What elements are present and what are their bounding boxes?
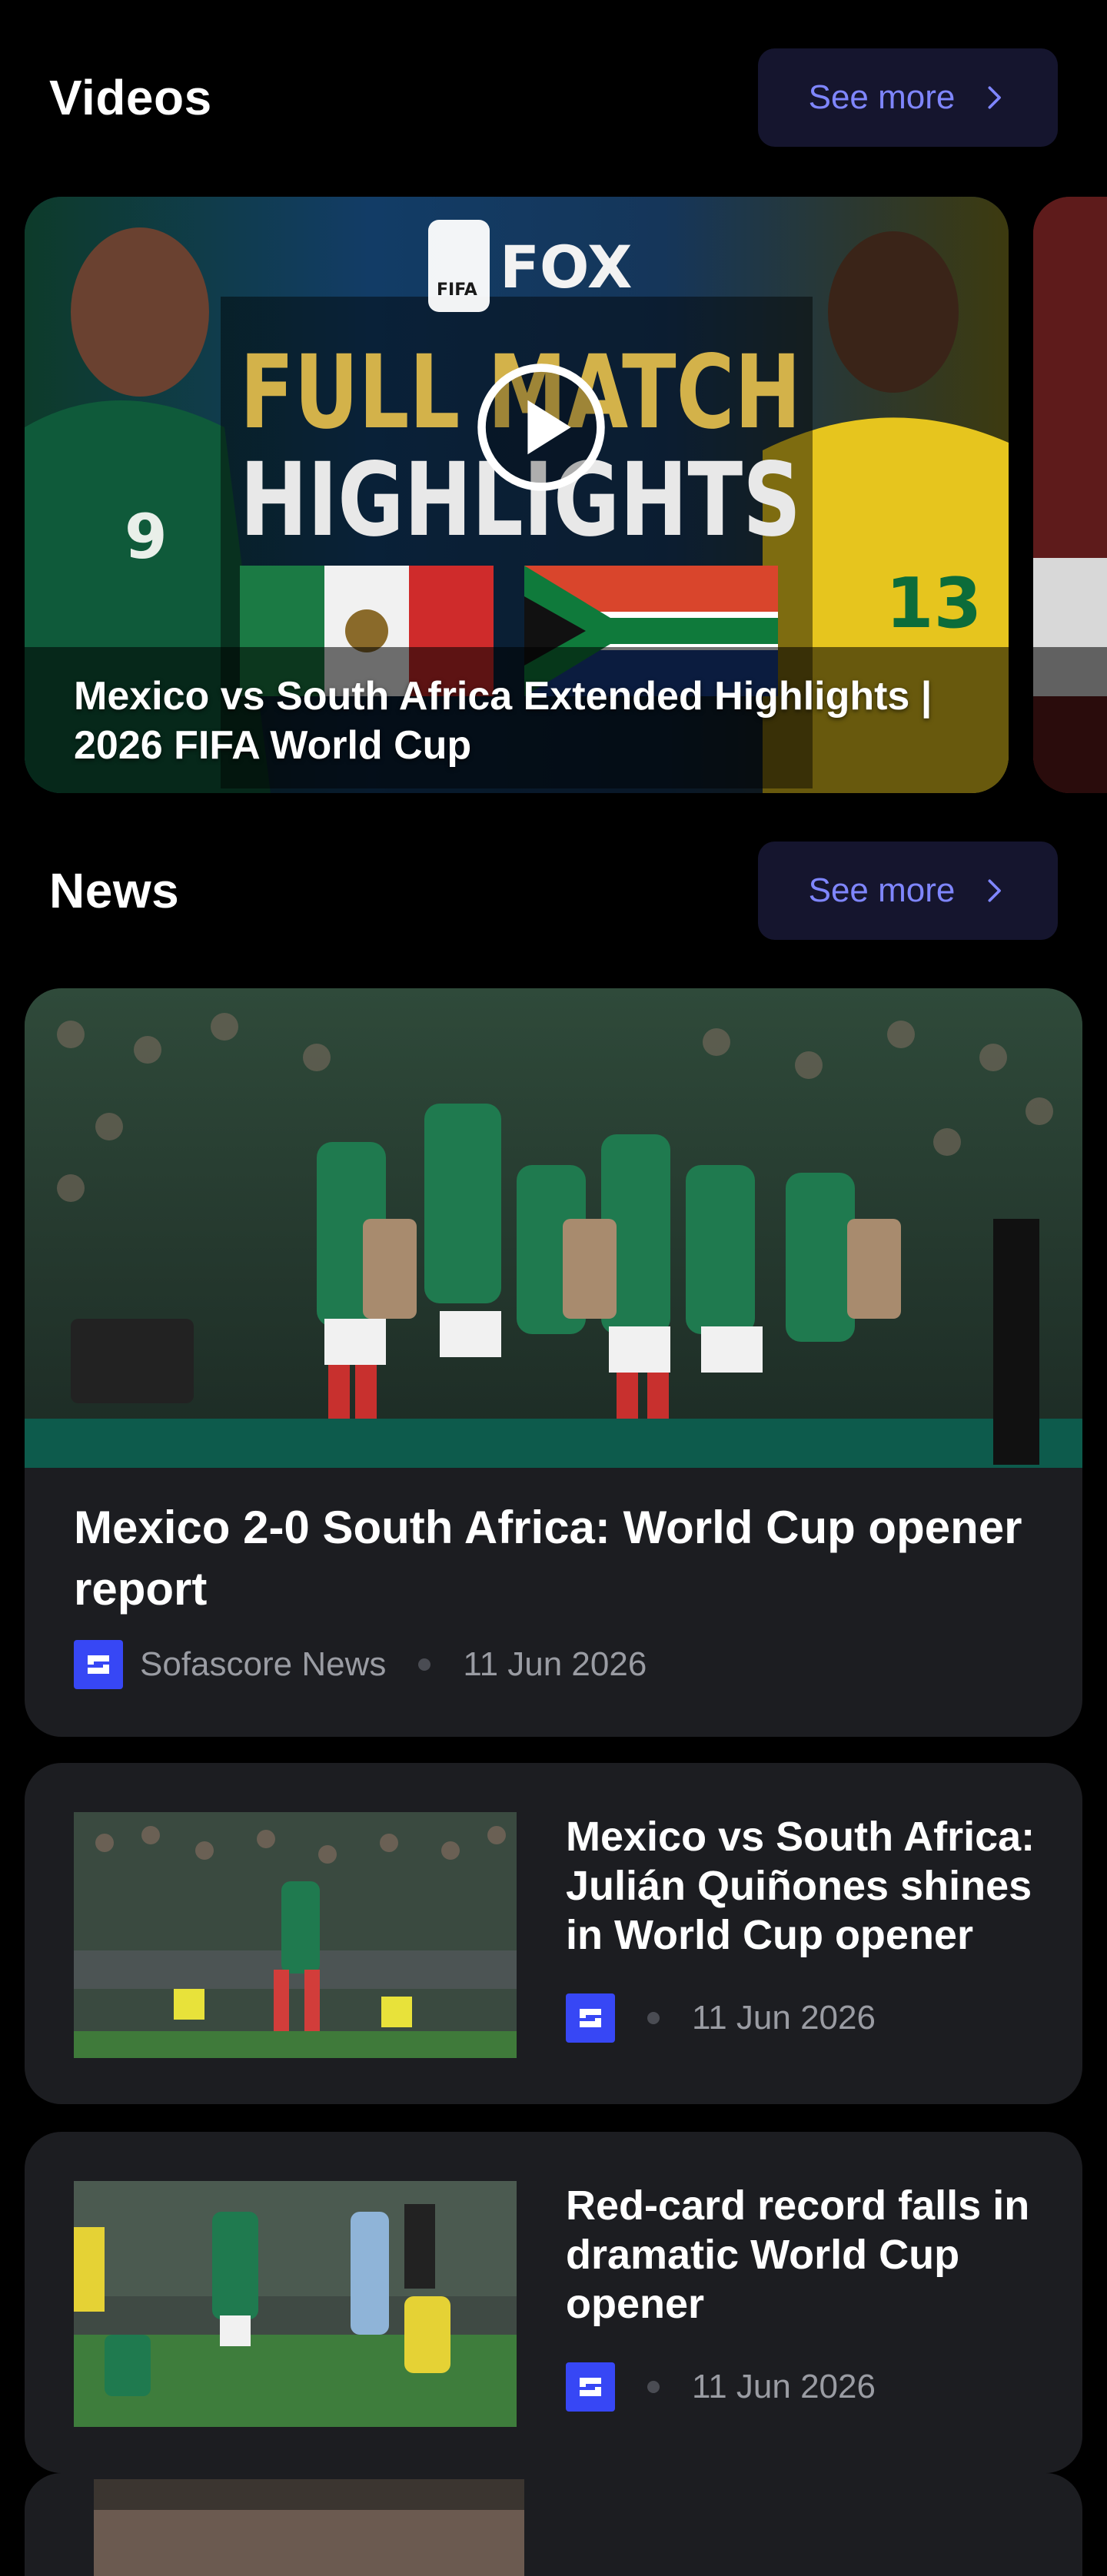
sofascore-logo-icon bbox=[74, 1640, 123, 1689]
news-see-more-button[interactable]: See more bbox=[758, 842, 1058, 940]
news-date: 11 Jun 2026 bbox=[692, 2368, 876, 2405]
see-more-label: See more bbox=[808, 78, 956, 116]
news-header: News See more bbox=[49, 841, 1058, 941]
separator-dot bbox=[418, 1658, 431, 1671]
videos-carousel[interactable]: 9 13 FIFA FOX FULL MATCH HIGHLIGHTS Mexi… bbox=[25, 197, 1107, 793]
shirt-number-right: 13 bbox=[886, 563, 982, 644]
shirt-number-left: 9 bbox=[125, 501, 168, 573]
news-thumbnail bbox=[74, 1812, 517, 2058]
video-card[interactable]: 9 13 FIFA FOX FULL MATCH HIGHLIGHTS Mexi… bbox=[25, 197, 1009, 793]
news-item-title: Mexico vs South Africa: Julián Quiñones … bbox=[566, 1814, 1036, 1958]
video-card-next[interactable] bbox=[1033, 197, 1107, 793]
news-item-title: Red-card record falls in dramatic World … bbox=[566, 2183, 1030, 2327]
sofascore-logo-icon bbox=[566, 1993, 615, 2043]
featured-news-meta: Sofascore News 11 Jun 2026 bbox=[74, 1640, 647, 1689]
videos-see-more-button[interactable]: See more bbox=[758, 48, 1058, 147]
news-title: News bbox=[49, 863, 180, 918]
see-more-label: See more bbox=[808, 871, 956, 909]
news-item-partial[interactable] bbox=[25, 2473, 1082, 2576]
video-title: Mexico vs South Africa Extended Highligh… bbox=[74, 674, 932, 768]
play-icon[interactable] bbox=[474, 360, 609, 495]
featured-news-title: Mexico 2-0 South Africa: World Cup opene… bbox=[74, 1502, 1022, 1615]
video-thumbnail bbox=[1033, 197, 1107, 793]
news-item-meta: 11 Jun 2026 bbox=[566, 1993, 876, 2043]
fox-logo-text: FOX bbox=[500, 233, 632, 301]
news-item-meta: 11 Jun 2026 bbox=[566, 2362, 876, 2412]
news-item[interactable]: Mexico vs South Africa: Julián Quiñones … bbox=[25, 1763, 1082, 2104]
sofascore-logo-icon bbox=[566, 2362, 615, 2412]
videos-header: Videos See more bbox=[49, 48, 1058, 148]
fifa-badge-text: FIFA bbox=[437, 281, 477, 300]
news-date: 11 Jun 2026 bbox=[463, 1645, 647, 1683]
news-date: 11 Jun 2026 bbox=[692, 1999, 876, 2037]
featured-news-image bbox=[25, 988, 1082, 1468]
chevron-right-icon bbox=[988, 86, 1002, 109]
news-thumbnail bbox=[94, 2479, 524, 2576]
separator-dot bbox=[647, 2012, 660, 2024]
chevron-right-icon bbox=[988, 879, 1002, 902]
videos-title: Videos bbox=[49, 70, 212, 125]
featured-news-card[interactable]: Mexico 2-0 South Africa: World Cup opene… bbox=[25, 988, 1082, 1737]
news-item[interactable]: Red-card record falls in dramatic World … bbox=[25, 2132, 1082, 2473]
news-thumbnail bbox=[74, 2181, 517, 2427]
news-source: Sofascore News bbox=[140, 1645, 387, 1683]
separator-dot bbox=[647, 2381, 660, 2393]
